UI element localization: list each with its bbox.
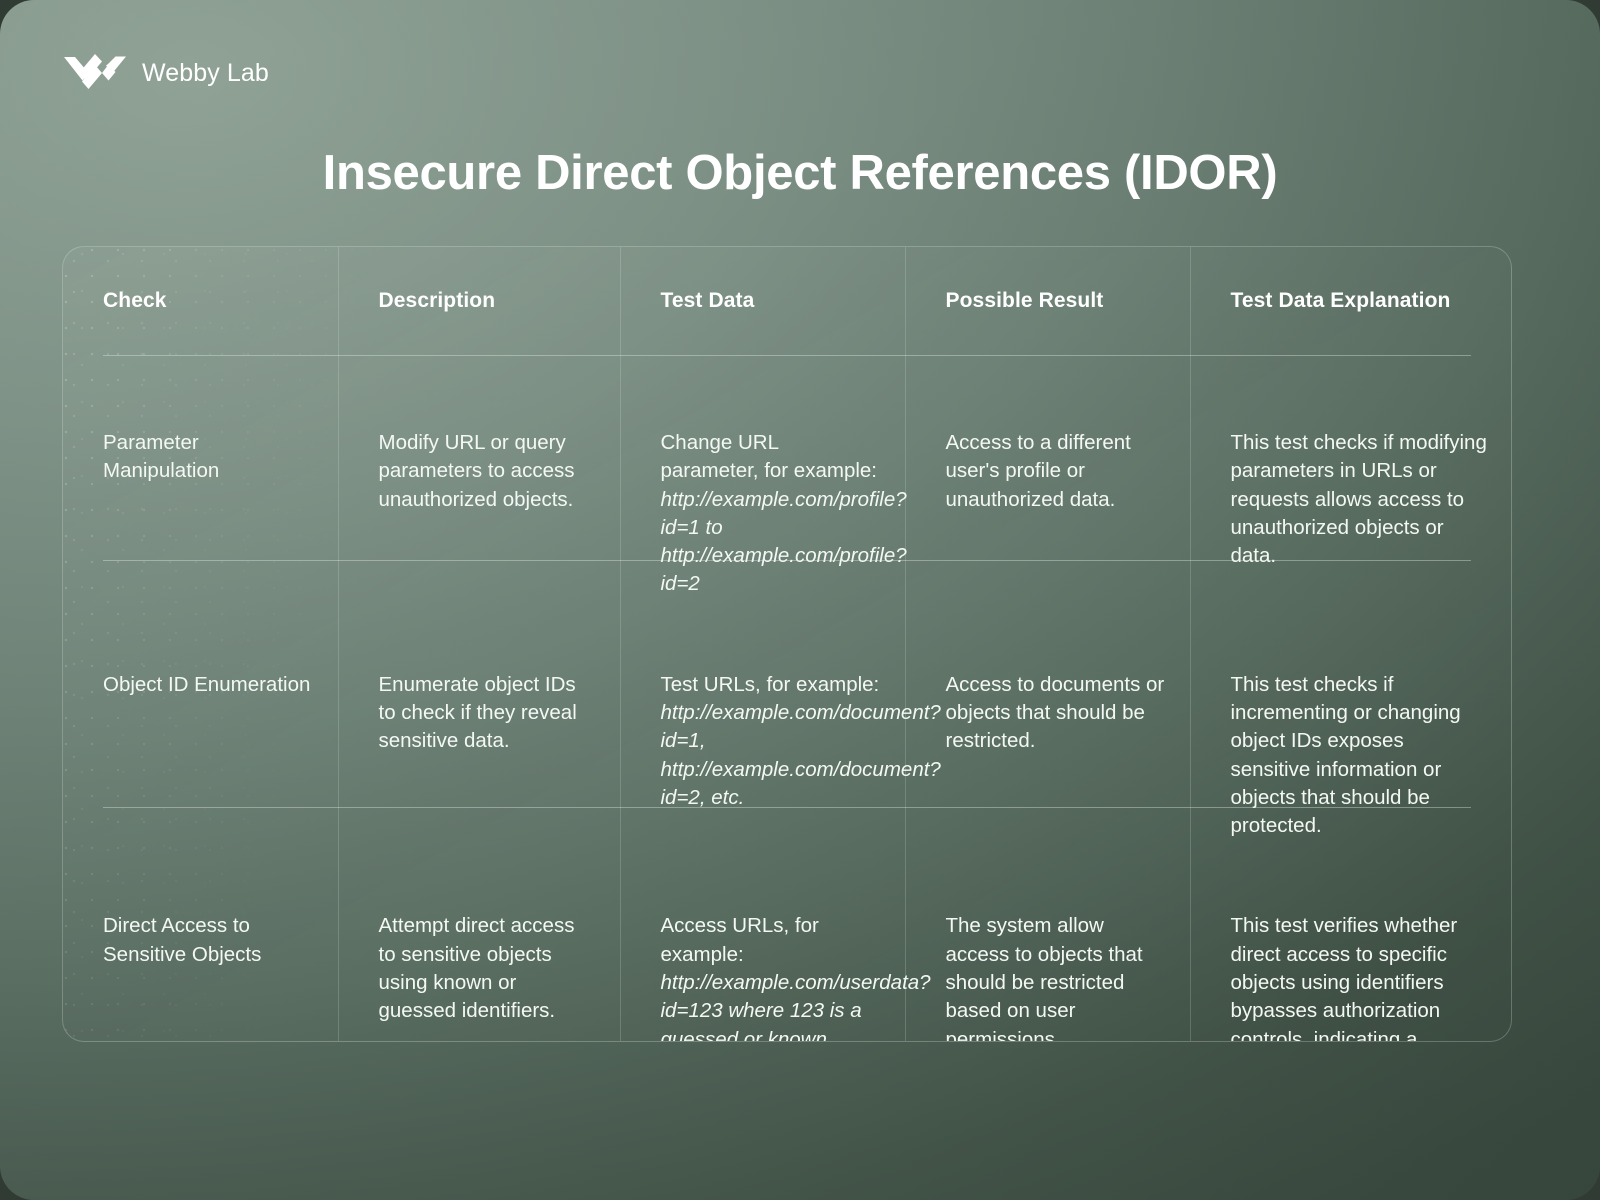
table-header-row: Check Description Test Data Possible Res…	[63, 247, 1511, 397]
test-data-example: http://example.com/document?id=1, http:/…	[660, 700, 941, 809]
cell-test-data: Access URLs, for example: http://example…	[620, 880, 931, 1041]
cell-check: Parameter Manipulation	[63, 397, 339, 639]
slide-canvas: Webby Lab Insecure Direct Object Referen…	[0, 0, 1600, 1200]
table-head: Check Description Test Data Possible Res…	[63, 247, 1511, 397]
cell-explanation: This test verifies whether direct access…	[1230, 914, 1458, 1042]
test-data-lead: Change URL parameter, for example:	[660, 431, 878, 483]
test-data-example: http://example.com/profile?id=1 to http:…	[660, 487, 907, 596]
cell-test-data: Test URLs, for example: http://example.c…	[620, 638, 941, 881]
cell-check: Object ID Enumeration	[63, 638, 339, 881]
cell-description: Enumerate object IDs to check if they re…	[338, 638, 621, 881]
cell-possible-result: Access to documents or objects that shou…	[905, 638, 1191, 881]
test-data-lead: Access URLs, for example:	[660, 914, 819, 966]
cell-possible-result: The system allow access to objects that …	[905, 880, 1191, 1041]
brand-lockup: Webby Lab	[62, 52, 269, 94]
cell-description: Attempt direct access to sensitive objec…	[338, 880, 621, 1041]
cell-description: Modify URL or query parameters to access…	[338, 397, 621, 639]
column-header-test-data: Test Data	[620, 247, 906, 397]
column-header-description: Description	[338, 247, 621, 397]
column-header-possible-result: Possible Result	[905, 247, 1191, 397]
webbylab-chevron-logo-icon	[62, 52, 128, 94]
checks-table-card: Check Description Test Data Possible Res…	[62, 246, 1512, 1042]
test-data-example: http://example.com/userdata?id=123 where…	[660, 970, 931, 1042]
table-body: Parameter Manipulation Modify URL or que…	[63, 397, 1511, 1042]
cell-check: Direct Access to Sensitive Objects	[63, 880, 339, 1041]
page-title: Insecure Direct Object References (IDOR)	[322, 145, 1278, 200]
cell-test-data: Change URL parameter, for example: http:…	[620, 397, 907, 639]
cell-explanation: This test checks if incrementing or chan…	[1230, 672, 1461, 838]
cell-possible-result: Access to a different user's profile or …	[905, 397, 1191, 639]
column-header-test-data-explanation: Test Data Explanation	[1230, 289, 1451, 312]
table-row: Parameter Manipulation Modify URL or que…	[63, 397, 1511, 639]
cell-explanation: This test checks if modifying parameters…	[1230, 431, 1487, 568]
table-row: Direct Access to Sensitive Objects Attem…	[63, 880, 1511, 1042]
column-header-check: Check	[63, 247, 339, 397]
test-data-lead: Test URLs, for example:	[660, 672, 880, 696]
table-row: Object ID Enumeration Enumerate object I…	[63, 638, 1511, 881]
brand-name: Webby Lab	[142, 58, 269, 87]
checks-table: Check Description Test Data Possible Res…	[63, 247, 1511, 1042]
